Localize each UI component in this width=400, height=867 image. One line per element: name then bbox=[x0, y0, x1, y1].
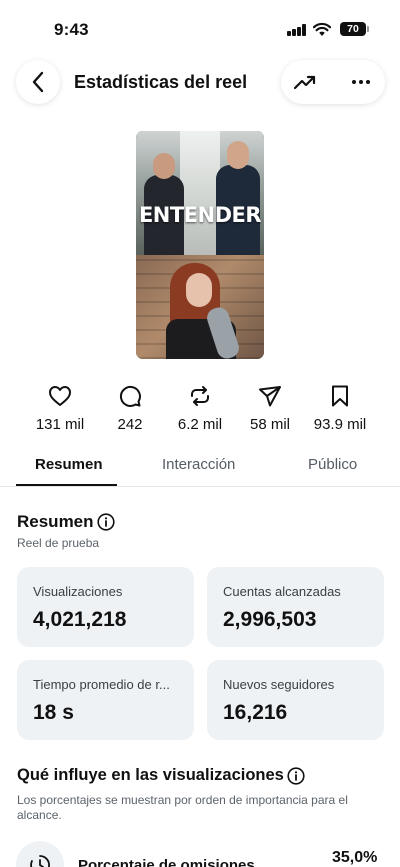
reel-thumbnail[interactable]: ENTENDER bbox=[136, 131, 264, 359]
stat-card-label: Visualizaciones bbox=[33, 584, 123, 599]
tab-resumen[interactable]: Resumen bbox=[35, 456, 103, 473]
status-time: 9:43 bbox=[54, 20, 89, 39]
more-options-button[interactable] bbox=[345, 68, 377, 96]
share-icon bbox=[259, 386, 281, 407]
trend-button[interactable] bbox=[289, 68, 321, 96]
influence-row-label: Porcentaje de omisiones bbox=[78, 857, 255, 867]
metric-likes: 131 mil bbox=[20, 384, 100, 433]
summary-subtitle: Reel de prueba bbox=[17, 536, 100, 550]
tab-bar: Resumen Interacción Público bbox=[0, 444, 400, 487]
stat-card-value: 4,021,218 bbox=[33, 608, 127, 631]
clock-icon bbox=[30, 855, 50, 867]
stat-card-value: 16,216 bbox=[223, 701, 288, 724]
bookmark-icon bbox=[332, 385, 348, 407]
stat-card-label: Tiempo promedio de r... bbox=[33, 677, 170, 692]
comments-count: 242 bbox=[117, 416, 143, 433]
battery-tip bbox=[367, 26, 369, 32]
metric-saves: 93.9 mil bbox=[300, 384, 380, 433]
influence-description: Los porcentajes se muestran por orden de… bbox=[17, 793, 348, 822]
shares-count: 58 mil bbox=[249, 416, 290, 433]
metric-shares: 58 mil bbox=[230, 384, 310, 433]
wifi-icon bbox=[313, 22, 331, 36]
summary-title: Resumen bbox=[17, 512, 94, 531]
influence-title: Qué influye en las visualizaciones bbox=[17, 766, 284, 784]
chevron-left-icon bbox=[32, 71, 44, 93]
page-title: Estadísticas del reel bbox=[74, 72, 248, 92]
saves-count: 93.9 mil bbox=[313, 416, 367, 433]
status-bar: 9:43 70 bbox=[0, 0, 400, 58]
cellular-signal-icon bbox=[287, 24, 307, 36]
stat-card-average-time[interactable]: Tiempo promedio de r... 18 s bbox=[17, 660, 194, 740]
stat-card-value: 2,996,503 bbox=[223, 608, 317, 631]
tab-publico[interactable]: Público bbox=[308, 456, 357, 473]
more-horizontal-icon bbox=[352, 80, 370, 84]
comment-icon bbox=[119, 385, 141, 407]
heart-icon bbox=[49, 386, 71, 406]
active-tab-indicator bbox=[16, 484, 117, 486]
info-icon[interactable] bbox=[287, 767, 305, 785]
header-actions bbox=[281, 60, 385, 104]
repost-icon bbox=[191, 386, 209, 406]
stat-card-label: Cuentas alcanzadas bbox=[223, 584, 341, 599]
stat-card-views[interactable]: Visualizaciones 4,021,218 bbox=[17, 567, 194, 647]
battery-level: 70 bbox=[340, 22, 366, 36]
stat-card-label: Nuevos seguidores bbox=[223, 677, 335, 692]
skip-rate-icon-badge bbox=[16, 841, 64, 867]
reel-caption: ENTENDER bbox=[138, 203, 262, 227]
stat-card-accounts-reached[interactable]: Cuentas alcanzadas 2,996,503 bbox=[207, 567, 384, 647]
stat-card-value: 18 s bbox=[33, 701, 74, 724]
trending-up-icon bbox=[293, 75, 316, 90]
reel-thumbnail-top-frame: ENTENDER bbox=[136, 131, 264, 255]
influence-row-value: 35,0% bbox=[332, 849, 378, 866]
metric-reposts: 6.2 mil bbox=[160, 384, 240, 433]
reposts-count: 6.2 mil bbox=[177, 416, 223, 433]
stat-card-new-followers[interactable]: Nuevos seguidores 16,216 bbox=[207, 660, 384, 740]
tab-interaccion[interactable]: Interacción bbox=[162, 456, 235, 473]
back-button[interactable] bbox=[16, 60, 60, 104]
likes-count: 131 mil bbox=[35, 416, 85, 433]
metric-comments: 242 bbox=[90, 384, 170, 433]
reel-thumbnail-bottom-frame bbox=[136, 255, 264, 359]
info-icon[interactable] bbox=[97, 513, 115, 531]
